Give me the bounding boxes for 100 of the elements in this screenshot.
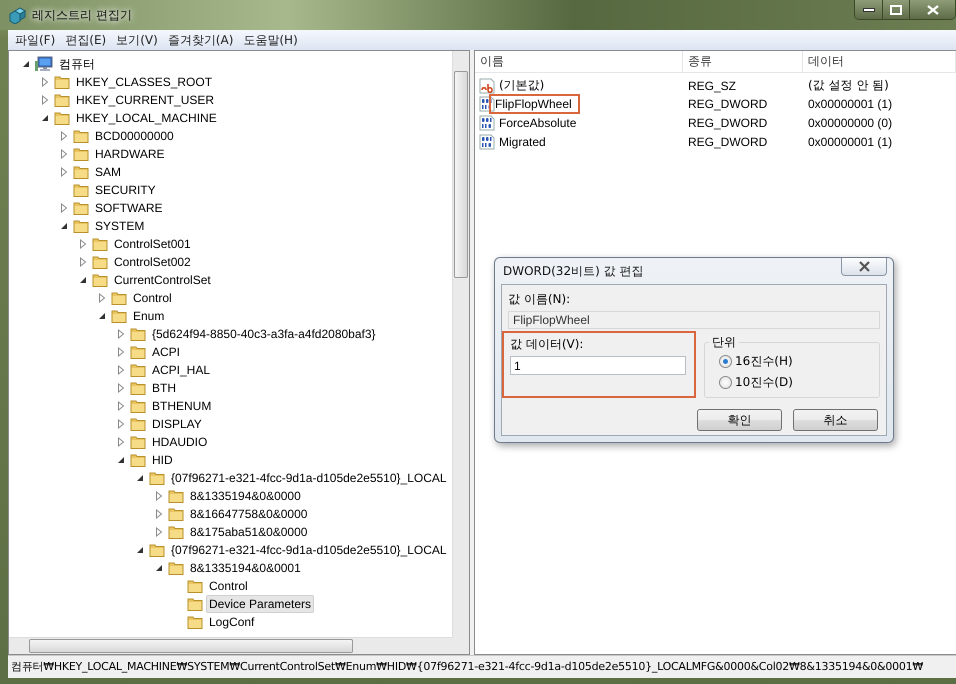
- expand-triangle-icon[interactable]: [78, 239, 88, 249]
- dialog-button[interactable]: 확인: [697, 409, 782, 431]
- expand-triangle-icon[interactable]: [154, 509, 164, 519]
- folder-icon: [73, 164, 89, 180]
- tree-item[interactable]: HKEY_CLASSES_ROOT: [73, 73, 216, 91]
- tree-item[interactable]: {07f96271-e321-4fcc-9d1a-d105de2e5510}_LOCAL: [168, 541, 450, 559]
- collapse-triangle-icon[interactable]: [154, 563, 164, 573]
- tree-item[interactable]: 8&1335194&0&0001: [187, 559, 304, 577]
- collapse-triangle-icon[interactable]: [21, 59, 31, 69]
- radio-button[interactable]: [719, 355, 732, 368]
- value-name[interactable]: FlipFlopWheel: [489, 94, 580, 114]
- radio-button[interactable]: [719, 376, 732, 389]
- value-name-field[interactable]: FlipFlopWheel: [508, 311, 880, 329]
- menu-item[interactable]: 즐겨찾기(A): [162, 32, 238, 48]
- tree-item[interactable]: SOFTWARE: [92, 199, 166, 217]
- expand-triangle-icon[interactable]: [97, 293, 107, 303]
- folder-icon: [187, 578, 203, 594]
- expand-triangle-icon[interactable]: [59, 203, 69, 213]
- tree-item[interactable]: BTH: [149, 379, 179, 397]
- tree-item[interactable]: HKEY_CURRENT_USER: [73, 91, 218, 109]
- expand-triangle-icon[interactable]: [116, 347, 126, 357]
- tree-item[interactable]: HID: [149, 451, 176, 469]
- tree-item[interactable]: {5d624f94-8850-40c3-a3fa-a4fd2080baf3}: [149, 325, 379, 343]
- close-button[interactable]: [841, 258, 887, 276]
- radio-label[interactable]: 16진수(H): [735, 353, 793, 370]
- expand-triangle-icon[interactable]: [40, 77, 50, 87]
- tree-item[interactable]: Enum: [130, 307, 168, 325]
- maximize-button[interactable]: [882, 0, 909, 19]
- binary-value-icon: [479, 114, 495, 130]
- vertical-scrollbar[interactable]: [452, 51, 469, 637]
- folder-icon: [73, 128, 89, 144]
- expand-triangle-icon[interactable]: [59, 167, 69, 177]
- collapse-triangle-icon[interactable]: [78, 275, 88, 285]
- expand-triangle-icon[interactable]: [116, 419, 126, 429]
- tree-item[interactable]: Control: [206, 577, 251, 595]
- tree-item[interactable]: {07f96271-e321-4fcc-9d1a-d105de2e5510}_LOCAL: [168, 469, 450, 487]
- column-header[interactable]: 데이터: [803, 51, 956, 73]
- value-name[interactable]: ForceAbsolute: [495, 114, 580, 132]
- tree-item[interactable]: ACPI_HAL: [149, 361, 214, 379]
- expand-triangle-icon[interactable]: [116, 329, 126, 339]
- menu-item[interactable]: 보기(V): [111, 32, 163, 48]
- value-name[interactable]: Migrated: [495, 132, 550, 150]
- tree-item[interactable]: HARDWARE: [92, 145, 168, 163]
- expand-triangle-icon[interactable]: [154, 491, 164, 501]
- radio-label[interactable]: 10진수(D): [735, 374, 793, 391]
- binary-value-icon: [479, 134, 495, 150]
- value-data-field[interactable]: 1: [510, 356, 686, 375]
- expand-triangle-icon[interactable]: [59, 149, 69, 159]
- tree-item[interactable]: 8&16647758&0&0000: [187, 505, 310, 523]
- expand-triangle-icon[interactable]: [116, 365, 126, 375]
- tree-item[interactable]: 컴퓨터: [56, 54, 98, 74]
- close-button[interactable]: [909, 0, 955, 19]
- tree-item[interactable]: ControlSet002: [111, 253, 194, 271]
- menu-item[interactable]: 편집(E): [60, 32, 112, 48]
- collapse-triangle-icon[interactable]: [97, 311, 107, 321]
- tree-item[interactable]: SAM: [92, 163, 124, 181]
- dialog-button[interactable]: 취소: [793, 409, 878, 431]
- tree-item[interactable]: ACPI: [149, 343, 184, 361]
- expand-triangle-icon[interactable]: [116, 383, 126, 393]
- collapse-triangle-icon[interactable]: [59, 221, 69, 231]
- tree-item[interactable]: BTHENUM: [149, 397, 214, 415]
- menu-item[interactable]: 도움말(H): [238, 32, 303, 48]
- column-header[interactable]: 이름: [475, 51, 683, 73]
- minimize-icon: [862, 6, 874, 12]
- expand-triangle-icon[interactable]: [40, 95, 50, 105]
- collapse-triangle-icon[interactable]: [116, 455, 126, 465]
- expand-triangle-icon[interactable]: [154, 527, 164, 537]
- tree-item[interactable]: DISPLAY: [149, 415, 205, 433]
- folder-icon: [73, 218, 89, 234]
- tree-item[interactable]: 8&1335194&0&0000: [187, 487, 304, 505]
- expand-triangle-icon[interactable]: [116, 437, 126, 447]
- tree-item[interactable]: CurrentControlSet: [111, 271, 214, 289]
- column-header[interactable]: 종류: [683, 51, 803, 73]
- horizontal-scrollbar[interactable]: [9, 637, 452, 654]
- status-path-text: 컴퓨터₩HKEY_LOCAL_MACHINE₩SYSTEM₩CurrentControlSet₩Enum₩HID₩{07f96271-e321-4fcc-9d1a-d105de2e5510}_LOCALMFG&0000&Col02₩8&1335194&0&0001₩: [10, 659, 924, 675]
- collapse-triangle-icon[interactable]: [135, 545, 145, 555]
- minimize-button[interactable]: [855, 0, 882, 19]
- tree-item[interactable]: Control: [130, 289, 175, 307]
- folder-icon: [168, 488, 184, 504]
- tree-item[interactable]: Device Parameters: [206, 595, 314, 613]
- tree-item[interactable]: LogConf: [206, 613, 258, 631]
- tree-item[interactable]: BCD00000000: [92, 127, 177, 145]
- expand-triangle-icon[interactable]: [116, 401, 126, 411]
- tree-item[interactable]: ControlSet001: [111, 235, 194, 253]
- folder-icon: [130, 452, 146, 468]
- tree-item[interactable]: HKEY_LOCAL_MACHINE: [73, 109, 220, 127]
- folder-icon: [54, 92, 70, 108]
- folder-icon: [73, 146, 89, 162]
- collapse-triangle-icon[interactable]: [135, 473, 145, 483]
- tree-item[interactable]: HDAUDIO: [149, 433, 210, 451]
- tree-item[interactable]: SECURITY: [92, 181, 159, 199]
- tree-item[interactable]: SYSTEM: [92, 217, 148, 235]
- value-name[interactable]: (기본값): [495, 75, 548, 96]
- folder-icon: [130, 416, 146, 432]
- menu-item[interactable]: 파일(F): [10, 32, 60, 48]
- expand-triangle-icon[interactable]: [59, 131, 69, 141]
- expand-triangle-icon[interactable]: [78, 257, 88, 267]
- tree-item[interactable]: 8&175aba51&0&0000: [187, 523, 310, 541]
- folder-icon: [130, 362, 146, 378]
- collapse-triangle-icon[interactable]: [40, 113, 50, 123]
